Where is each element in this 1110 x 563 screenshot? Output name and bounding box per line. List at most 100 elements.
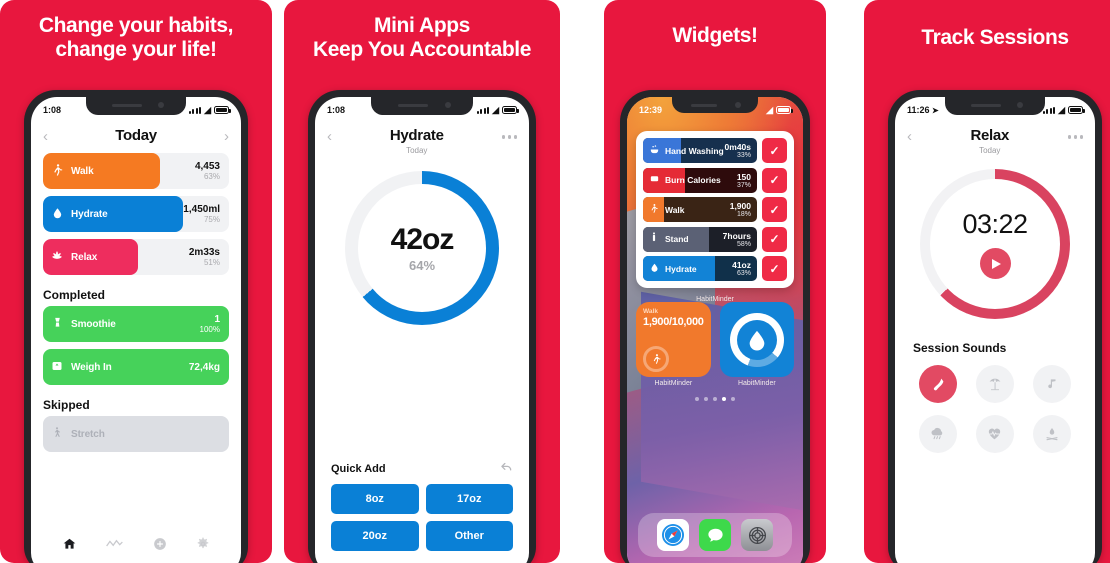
widget-row-stand[interactable]: Stand 7hours 58% ✓ (643, 226, 787, 252)
page-dot[interactable] (713, 397, 717, 401)
water-drop-icon (643, 262, 665, 276)
widget-row-hand-washing[interactable]: Hand Washing 0m40s 33% ✓ (643, 138, 787, 163)
heartbeat-sound-button[interactable] (975, 415, 1014, 453)
widget-bar: Burn Calories 150 37% (643, 167, 757, 193)
habit-amount: 4,453 (194, 161, 220, 172)
quick-add-buttons: 8oz 17oz 20oz Other (331, 484, 513, 551)
skipped-section-label: Skipped (43, 398, 90, 412)
more-options-icon[interactable] (501, 127, 517, 139)
hydrate-widget-box[interactable] (719, 302, 794, 377)
settings-tab[interactable] (196, 537, 210, 554)
add-tab[interactable] (153, 537, 167, 554)
habit-name: Hydrate (71, 208, 108, 220)
habit-row-relax[interactable]: Relax 2m33s 51% (43, 239, 229, 275)
completed-row-weigh-in[interactable]: Weigh In 72,4kg (43, 349, 229, 385)
widget-habit-value: 0m40s 33% (725, 142, 751, 159)
phone-screen-4: 11:26 ➤ ◢ ‹ Relax Today 03:22 Session So… (895, 97, 1095, 563)
status-time: 1:08 (43, 105, 62, 115)
widget-check-button[interactable]: ✓ (762, 256, 787, 281)
safari-icon[interactable] (657, 519, 689, 551)
widget-percent: 63% (736, 270, 751, 277)
hydrate-progress-section: 42oz 64% (315, 171, 529, 325)
rain-sound-button[interactable] (918, 415, 957, 453)
walk-widget-ring (643, 346, 669, 372)
status-time-text: 11:26 (907, 105, 930, 115)
next-day-button[interactable]: › (224, 127, 229, 144)
quick-add-other-button[interactable]: Other (425, 521, 513, 551)
blender-icon (43, 316, 71, 332)
panel1-headline-line2: change your life! (55, 38, 217, 62)
widget-amount: 7hours (722, 230, 751, 241)
hydrate-percent: 64% (408, 258, 436, 273)
page-dot-active[interactable] (722, 397, 726, 401)
shell-sound-button[interactable] (918, 365, 957, 403)
widget-row-hydrate[interactable]: Hydrate 41oz 63% ✓ (643, 256, 787, 281)
habit-amount: 1 (214, 314, 220, 325)
habit-name: Weigh In (71, 361, 112, 373)
page-subtitle: Today (979, 146, 1001, 155)
skipped-row-stretch[interactable]: Stretch (43, 416, 229, 452)
page-dot[interactable] (695, 397, 699, 401)
completed-row-smoothie[interactable]: Smoothie 1 100% (43, 306, 229, 342)
widget-row-walk[interactable]: Walk 1,900 18% ✓ (643, 197, 787, 222)
settings-icon[interactable] (741, 519, 773, 551)
habit-row-hydrate[interactable]: Hydrate 1,450ml 75% (43, 196, 229, 232)
location-arrow-icon: ➤ (932, 106, 939, 115)
habitminder-large-widget[interactable]: Hand Washing 0m40s 33% ✓ Burn Calories 1… (636, 131, 794, 288)
phone-screen-1: 1:08 ◢ ‹ Today › Walk 4,453 63% Hydrate … (31, 97, 241, 563)
play-icon (992, 258, 1001, 269)
walk-widget-box[interactable]: Walk 1,900/10,000 (636, 302, 711, 377)
panel4-headline: Track Sessions (864, 0, 1110, 50)
page-indicator-dots[interactable] (627, 397, 803, 401)
flame-icon (643, 173, 665, 187)
quick-add-8oz-button[interactable]: 8oz (331, 484, 419, 514)
quick-add-20oz-button[interactable]: 20oz (331, 521, 419, 551)
walk-widget[interactable]: Walk 1,900/10,000 HabitMinder (636, 302, 711, 387)
widget-check-button[interactable]: ✓ (762, 167, 787, 193)
beach-sound-button[interactable] (975, 365, 1014, 403)
widget-amount: 41oz (732, 260, 751, 270)
more-options-icon[interactable] (1067, 127, 1083, 139)
page-dot[interactable] (731, 397, 735, 401)
habit-percent: 100% (199, 325, 220, 334)
widget-check-button[interactable]: ✓ (762, 226, 787, 252)
widget-bar: Walk 1,900 18% (643, 197, 757, 222)
hydrate-widget[interactable]: HabitMinder (719, 302, 794, 387)
completed-list: Smoothie 1 100% Weigh In 72,4kg (31, 306, 241, 385)
phone-mockup-2: 1:08 ◢ ‹ Hydrate Today 42oz 64% Quick Ad… (308, 90, 536, 563)
widget-amount: 150 (736, 171, 751, 182)
small-widgets-row: Walk 1,900/10,000 HabitMinder HabitMinde… (636, 302, 794, 387)
page-dot[interactable] (704, 397, 708, 401)
habit-percent: 51% (203, 258, 220, 267)
habit-percent: 75% (203, 215, 220, 224)
wifi-icon: ◢ (492, 104, 499, 115)
ring-center: 03:22 (920, 169, 1070, 319)
play-button[interactable] (979, 248, 1011, 279)
app-store-screenshot-gallery: Change your habits, change your life! 1:… (0, 0, 1110, 563)
widget-habit-value: 150 37% (737, 172, 751, 189)
music-sound-button[interactable] (1033, 365, 1072, 403)
habit-amount: 1,450ml (183, 204, 220, 215)
widget-check-button[interactable]: ✓ (762, 197, 787, 222)
status-time: 11:26 ➤ (907, 105, 939, 115)
panel2-headline-line2: Keep You Accountable (313, 38, 531, 62)
hydrate-widget-label: HabitMinder (737, 380, 776, 387)
panel3-headline-line1: Widgets! (672, 24, 758, 47)
habit-amount: 72,4kg (188, 361, 220, 373)
undo-icon[interactable] (499, 461, 513, 476)
panel2-headline-line1: Mini Apps (374, 14, 470, 37)
messages-icon[interactable] (699, 519, 731, 551)
home-tab[interactable] (62, 537, 77, 554)
widget-check-button[interactable]: ✓ (762, 138, 787, 163)
page-header-4: ‹ Relax Today (895, 121, 1095, 155)
quick-add-section: Quick Add 8oz 17oz 20oz Other (315, 461, 529, 551)
phone-screen-2: 1:08 ◢ ‹ Hydrate Today 42oz 64% Quick Ad… (315, 97, 529, 563)
panel1-headline-line1: Change your habits, (38, 14, 234, 37)
stats-tab[interactable] (106, 537, 124, 554)
quick-add-17oz-button[interactable]: 17oz (425, 484, 513, 514)
widget-row-burn-calories[interactable]: Burn Calories 150 37% ✓ (643, 167, 787, 193)
walk-widget-title: Walk (643, 308, 658, 315)
habit-row-walk[interactable]: Walk 4,453 63% (43, 153, 229, 189)
session-timer-ring: 03:22 (920, 169, 1070, 319)
campfire-sound-button[interactable] (1033, 415, 1072, 453)
